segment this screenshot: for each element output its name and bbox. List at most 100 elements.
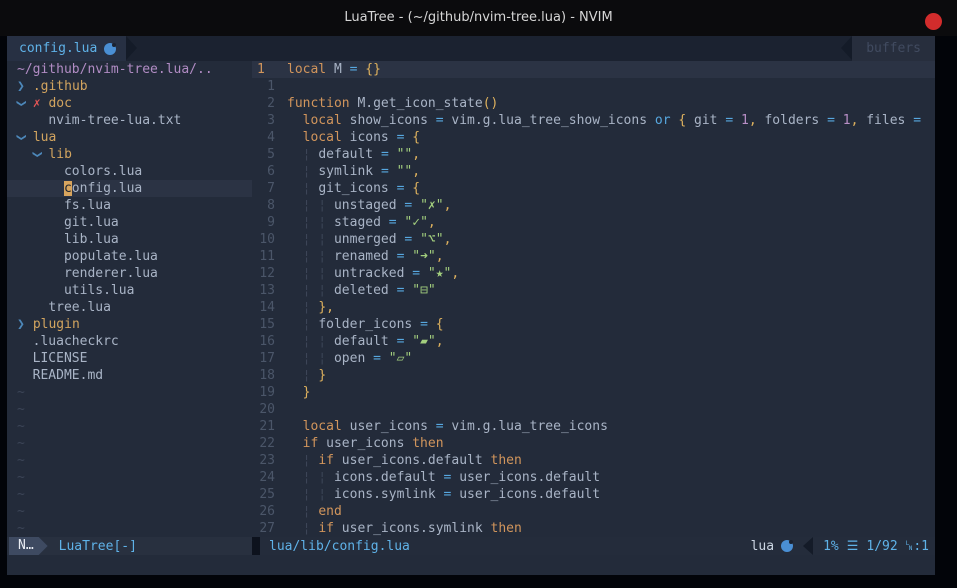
editor-pane: 1local M = {}12function M.get_icon_state… [252,61,935,537]
code-text: ¦ ¦ renamed = "➜", [287,248,935,265]
code-line[interactable]: 24 ¦ ¦ icons.default = user_icons.defaul… [252,469,935,486]
code-line[interactable]: 16 ¦ ¦ default = "▰", [252,333,935,350]
code-text: ¦ symlink = "", [287,163,935,180]
line-number: 22 [252,435,287,452]
tree-item-readme-md[interactable]: README.md [7,367,252,384]
code-line[interactable]: 10 ¦ ¦ unmerged = "⌥", [252,231,935,248]
tabline: config.lua buffers [7,36,935,61]
close-button[interactable] [925,13,942,30]
tree-item-colors-lua[interactable]: colors.lua [7,163,252,180]
terminal-window: config.lua buffers ~/github/nvim-tree.lu… [7,36,935,575]
tree-item-fs-lua[interactable]: fs.lua [7,197,252,214]
line-number: 26 [252,503,287,520]
code-line[interactable]: 9 ¦ ¦ staged = "✓", [252,214,935,231]
buffers-label[interactable]: buffers [852,36,935,61]
code-line[interactable]: 15 ¦ folder_icons = { [252,316,935,333]
powerline-separator-icon [126,36,137,60]
tree-item-plugin[interactable]: ❯ plugin [7,316,252,333]
powerline-separator-icon [841,36,852,60]
command-line[interactable] [7,555,935,575]
git-status-icon: ✗ [33,96,41,111]
tree-item-nvim-tree-lua-txt[interactable]: nvim-tree-lua.txt [7,112,252,129]
line-number: 15 [252,316,287,333]
code-text [287,401,935,418]
line-number: 8 [252,197,287,214]
code-text: ¦ }, [287,299,935,316]
chevron-icon: ❯ [17,316,25,333]
statusline-file-path: lua/lib/config.lua [269,538,410,555]
code-text: ¦ git_icons = { [287,180,935,197]
code-line[interactable]: 4 local icons = { [252,129,935,146]
tilde-line: ~ [7,486,252,503]
tree-item-config-lua[interactable]: config.lua [7,180,252,197]
cursor-position: 1/92 [866,538,897,555]
tree-item-lua[interactable]: ❯ lua [7,129,252,146]
code-text: ¦ default = "", [287,146,935,163]
tilde-line: ~ [7,401,252,418]
code-line[interactable]: 23 ¦ if user_icons.default then [252,452,935,469]
code-line[interactable]: 13 ¦ ¦ deleted = "⊟" [252,282,935,299]
code-line[interactable]: 7 ¦ git_icons = { [252,180,935,197]
code-line[interactable]: 19 } [252,384,935,401]
code-line[interactable]: 20 [252,401,935,418]
code-line[interactable]: 18 ¦ } [252,367,935,384]
line-number: 7 [252,180,287,197]
code-line[interactable]: 11 ¦ ¦ renamed = "➜", [252,248,935,265]
line-number: 3 [252,112,287,129]
powerline-separator-icon [803,537,813,555]
tree-item-utils-lua[interactable]: utils.lua [7,282,252,299]
code-line[interactable]: 6 ¦ symlink = "", [252,163,935,180]
code-line[interactable]: 17 ¦ ¦ open = "▱" [252,350,935,367]
tab-label: config.lua [19,40,97,57]
code-line[interactable]: 14 ¦ }, [252,299,935,316]
code-text: ¦ ¦ default = "▰", [287,333,935,350]
line-number: 19 [252,384,287,401]
tree-item-tree-lua[interactable]: tree.lua [7,299,252,316]
code-line[interactable]: 26 ¦ end [252,503,935,520]
line-number: 11 [252,248,287,265]
tree-item-lib-lua[interactable]: lib.lua [7,231,252,248]
scroll-percent: 1% [823,538,839,555]
tree-item-git-lua[interactable]: git.lua [7,214,252,231]
line-number: 2 [252,95,287,112]
tree-item-doc[interactable]: ❯ ✗ doc [7,95,252,112]
statusline-buffer-name: LuaTree[-] [59,538,137,555]
code-line[interactable]: 5 ¦ default = "", [252,146,935,163]
code-text: ¦ if user_icons.symlink then [287,520,935,537]
lines-icon: ☰ [847,538,859,555]
file-tree-panel: ~/github/nvim-tree.lua/..❯ .github❯ ✗ do… [7,61,252,537]
code-line[interactable]: 8 ¦ ¦ unstaged = "✗", [252,197,935,214]
code-line[interactable]: 27 ¦ if user_icons.symlink then [252,520,935,537]
tilde-line: ~ [7,435,252,452]
tree-item-license[interactable]: LICENSE [7,350,252,367]
line-number: 6 [252,163,287,180]
line-number: 1 [252,61,287,78]
block-cursor: c [64,181,72,196]
code-text [287,78,935,95]
code-line[interactable]: 22 if user_icons then [252,435,935,452]
line-number: 14 [252,299,287,316]
code-line[interactable]: 21 local user_icons = vim.g.lua_tree_ico… [252,418,935,435]
window-titlebar: LuaTree - (~/github/nvim-tree.lua) - NVI… [0,0,957,36]
tree-item-github[interactable]: ❯ .github [7,78,252,95]
code-line[interactable]: 1local M = {} [252,61,935,78]
code-line[interactable]: 25 ¦ ¦ icons.symlink = user_icons.defaul… [252,486,935,503]
line-number: 12 [252,265,287,282]
code-line[interactable]: 12 ¦ ¦ untracked = "★", [252,265,935,282]
tilde-line: ~ [7,452,252,469]
tree-item-populate-lua[interactable]: populate.lua [7,248,252,265]
code-line[interactable]: 3 local show_icons = vim.g.lua_tree_show… [252,112,935,129]
code-line[interactable]: 2function M.get_icon_state() [252,95,935,112]
tree-item-lib[interactable]: ❯ lib [7,146,252,163]
tilde-line: ~ [7,384,252,401]
tabline-spacer [137,36,841,61]
tree-item-renderer-lua[interactable]: renderer.lua [7,265,252,282]
code-text: ¦ ¦ open = "▱" [287,350,935,367]
tree-item-luacheckrc[interactable]: .luacheckrc [7,333,252,350]
code-line[interactable]: 1 [252,78,935,95]
tab-config-lua[interactable]: config.lua [7,36,126,61]
line-number: 1 [252,78,287,95]
tilde-line: ~ [7,418,252,435]
statusline-filetype: lua [751,538,793,555]
code-text: ¦ ¦ icons.symlink = user_icons.default [287,486,935,503]
